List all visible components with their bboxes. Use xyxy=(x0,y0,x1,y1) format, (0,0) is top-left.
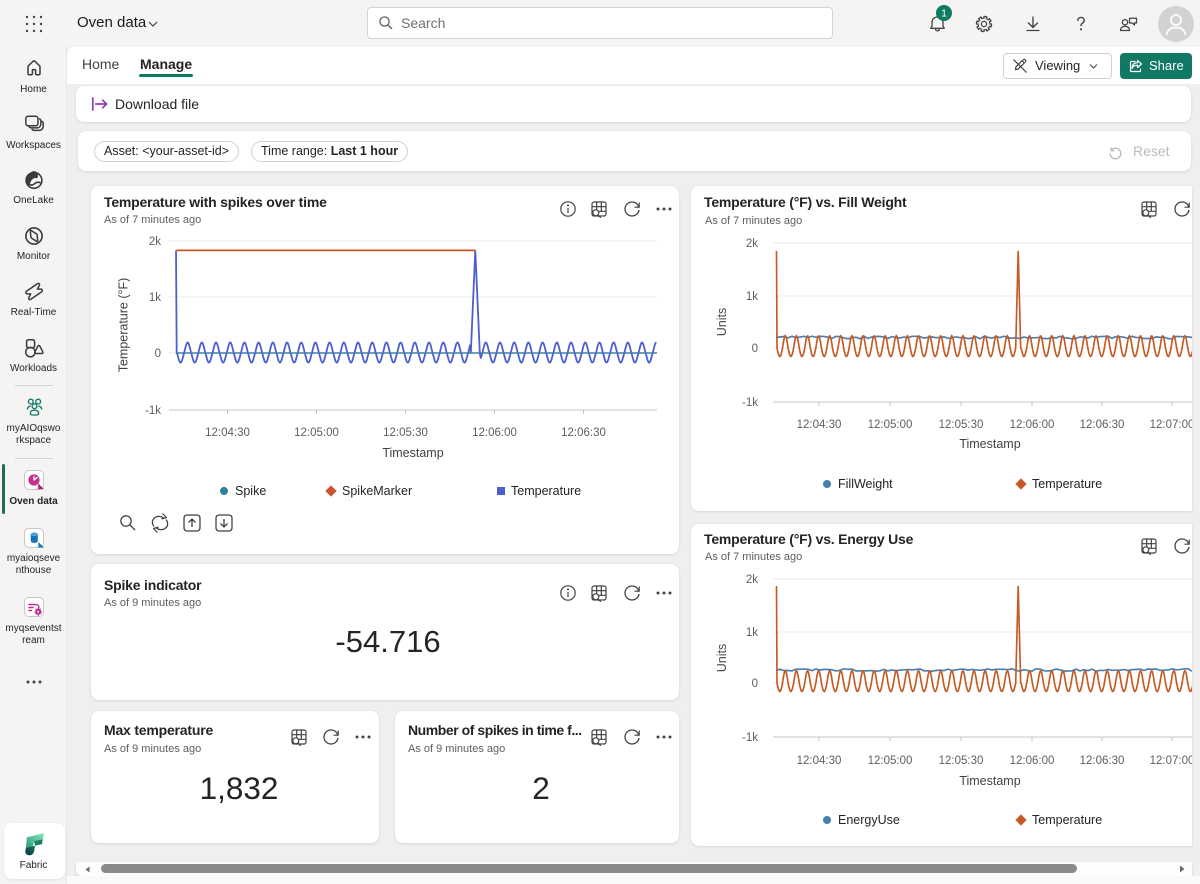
svg-text:2k: 2k xyxy=(746,238,758,250)
svg-text:12:05:00: 12:05:00 xyxy=(294,427,339,439)
svg-text:12:06:30: 12:06:30 xyxy=(1080,419,1125,431)
svg-text:As of 7 minutes ago: As of 7 minutes ago xyxy=(705,215,802,227)
svg-text:Temperature: Temperature xyxy=(511,484,581,498)
svg-text:Temperature (°F) vs. Energy Us: Temperature (°F) vs. Energy Use xyxy=(704,531,914,547)
svg-text:-1k: -1k xyxy=(145,405,161,417)
svg-text:1,832: 1,832 xyxy=(200,770,279,806)
svg-text:0: 0 xyxy=(752,678,758,690)
svg-text:2k: 2k xyxy=(746,574,758,586)
svg-text:-1k: -1k xyxy=(742,397,758,409)
svg-text:12:04:30: 12:04:30 xyxy=(797,419,842,431)
svg-text:12:04:30: 12:04:30 xyxy=(205,427,250,439)
svg-text:12:06:00: 12:06:00 xyxy=(1010,755,1055,767)
svg-text:As of 9 minutes ago: As of 9 minutes ago xyxy=(104,597,201,609)
svg-text:As of 9 minutes ago: As of 9 minutes ago xyxy=(408,743,505,755)
svg-text:12:05:30: 12:05:30 xyxy=(939,419,984,431)
svg-text:SpikeMarker: SpikeMarker xyxy=(342,484,412,498)
svg-text:Temperature (°F): Temperature (°F) xyxy=(117,278,131,373)
svg-text:Temperature: Temperature xyxy=(1032,813,1102,827)
svg-text:Temperature: Temperature xyxy=(1032,477,1102,491)
svg-text:-54.716: -54.716 xyxy=(335,624,440,659)
svg-text:Temperature with spikes over t: Temperature with spikes over time xyxy=(104,194,327,210)
svg-text:-1k: -1k xyxy=(742,732,758,744)
svg-text:12:05:30: 12:05:30 xyxy=(939,755,984,767)
svg-text:0: 0 xyxy=(155,348,161,360)
svg-text:12:05:30: 12:05:30 xyxy=(383,427,428,439)
svg-text:FillWeight: FillWeight xyxy=(838,477,893,491)
svg-text:1k: 1k xyxy=(149,292,161,304)
svg-text:0: 0 xyxy=(752,343,758,355)
svg-text:Number of spikes in time f...: Number of spikes in time f... xyxy=(408,722,582,738)
svg-text:2: 2 xyxy=(532,770,550,806)
svg-text:Temperature (°F) vs. Fill Weig: Temperature (°F) vs. Fill Weight xyxy=(704,194,907,210)
svg-text:1k: 1k xyxy=(746,291,758,303)
svg-text:12:04:30: 12:04:30 xyxy=(797,755,842,767)
svg-text:As of 9 minutes ago: As of 9 minutes ago xyxy=(104,743,201,755)
svg-text:12:07:00: 12:07:00 xyxy=(1150,419,1192,431)
svg-text:12:05:00: 12:05:00 xyxy=(868,419,913,431)
svg-text:12:06:00: 12:06:00 xyxy=(1010,419,1055,431)
svg-text:Units: Units xyxy=(715,308,729,336)
svg-text:Units: Units xyxy=(715,644,729,672)
svg-text:12:06:00: 12:06:00 xyxy=(472,427,517,439)
svg-text:EnergyUse: EnergyUse xyxy=(838,813,900,827)
svg-text:12:05:00: 12:05:00 xyxy=(868,755,913,767)
svg-text:1k: 1k xyxy=(746,627,758,639)
svg-text:Spike indicator: Spike indicator xyxy=(104,577,202,593)
svg-text:Spike: Spike xyxy=(235,484,266,498)
svg-text:As of 7 minutes ago: As of 7 minutes ago xyxy=(104,214,201,226)
svg-text:1: 1 xyxy=(941,8,947,20)
svg-text:Timestamp: Timestamp xyxy=(959,437,1020,451)
svg-text:12:06:30: 12:06:30 xyxy=(1080,755,1125,767)
svg-text:Timestamp: Timestamp xyxy=(382,446,443,460)
svg-text:12:07:00: 12:07:00 xyxy=(1150,755,1192,767)
svg-text:Max temperature: Max temperature xyxy=(104,722,213,738)
svg-text:Timestamp: Timestamp xyxy=(959,774,1020,788)
svg-text:12:06:30: 12:06:30 xyxy=(561,427,606,439)
svg-text:2k: 2k xyxy=(149,236,161,248)
svg-text:As of 7 minutes ago: As of 7 minutes ago xyxy=(705,551,802,563)
